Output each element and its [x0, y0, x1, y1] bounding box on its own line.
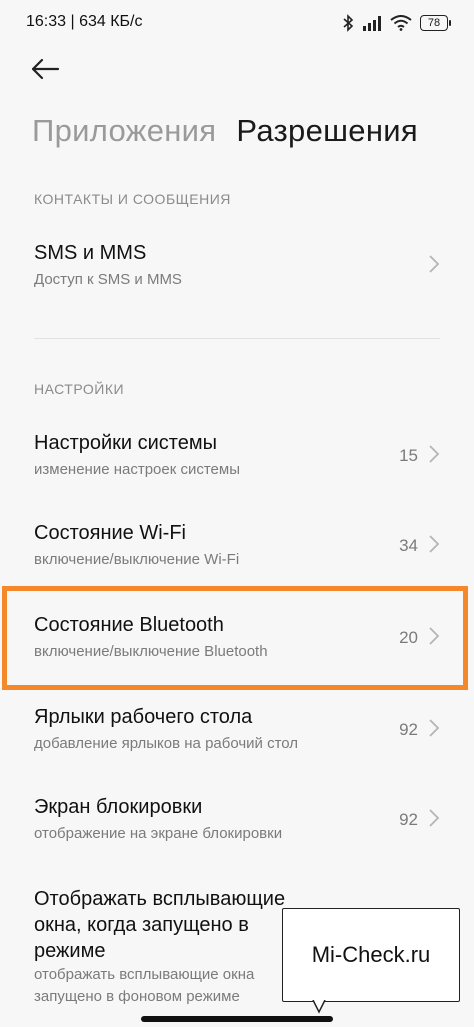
signal-icon — [363, 16, 381, 31]
back-arrow-icon — [31, 58, 60, 80]
status-icons: 78 — [342, 12, 451, 34]
item-title: SMS и MMS — [34, 242, 147, 264]
status-bar: 16:33 | 634 КБ/с 78 — [0, 0, 474, 44]
watermark-callout-tail — [312, 1000, 326, 1014]
section-divider — [34, 338, 440, 339]
item-title: Экран блокировки — [34, 796, 203, 818]
watermark-text: Mi-Check.ru — [311, 942, 431, 967]
item-title: Ярлыки рабочего стола — [34, 706, 253, 728]
battery-icon: 78 — [420, 15, 451, 31]
item-title: Настройки системы — [34, 432, 217, 454]
chevron-right-icon — [429, 445, 440, 463]
list-item-system-settings[interactable]: Настройки системы изменение настроек сис… — [0, 422, 474, 502]
item-subtitle: добавление ярлыков на рабочий стол — [34, 735, 299, 752]
home-indicator[interactable] — [141, 1016, 333, 1022]
item-subtitle: включение/выключение Wi-Fi — [34, 551, 240, 568]
chevron-right-icon — [429, 535, 440, 553]
highlight-frame — [2, 586, 468, 690]
item-count: 92 — [399, 720, 418, 739]
chevron-right-icon — [429, 255, 440, 273]
list-item-desktop-shortcuts[interactable]: Ярлыки рабочего стола добавление ярлыков… — [0, 696, 474, 776]
item-title: Состояние Wi-Fi — [34, 522, 186, 544]
chevron-right-icon — [429, 719, 440, 737]
status-time: 16:33 | 634 КБ/с — [26, 13, 143, 30]
wifi-icon — [390, 15, 412, 31]
list-item-sms-mms[interactable]: SMS и MMS Доступ к SMS и MMS — [0, 232, 474, 312]
chevron-right-icon — [429, 809, 440, 827]
item-count: 15 — [399, 446, 418, 465]
tab-permissions[interactable]: Разрешения — [236, 113, 418, 149]
section-title-settings: НАСТРОЙКИ — [34, 381, 125, 397]
bluetooth-icon — [343, 14, 354, 32]
item-count: 34 — [399, 536, 418, 555]
item-subtitle: отображение на экране блокировки — [34, 825, 283, 842]
back-button[interactable] — [30, 54, 66, 84]
watermark-box: Mi-Check.ru — [282, 908, 460, 1002]
list-item-lock-screen[interactable]: Экран блокировки отображение на экране б… — [0, 786, 474, 866]
tab-applications[interactable]: Приложения — [32, 113, 216, 149]
section-title-contacts: КОНТАКТЫ И СООБЩЕНИЯ — [34, 191, 231, 207]
battery-level: 78 — [427, 17, 441, 29]
header-tabs: Приложения Разрешения — [32, 113, 418, 149]
item-subtitle: изменение настроек системы — [34, 461, 240, 478]
item-subtitle: Доступ к SMS и MMS — [34, 271, 182, 288]
item-count: 92 — [399, 810, 418, 829]
list-item-wifi-state[interactable]: Состояние Wi-Fi включение/выключение Wi-… — [0, 512, 474, 592]
